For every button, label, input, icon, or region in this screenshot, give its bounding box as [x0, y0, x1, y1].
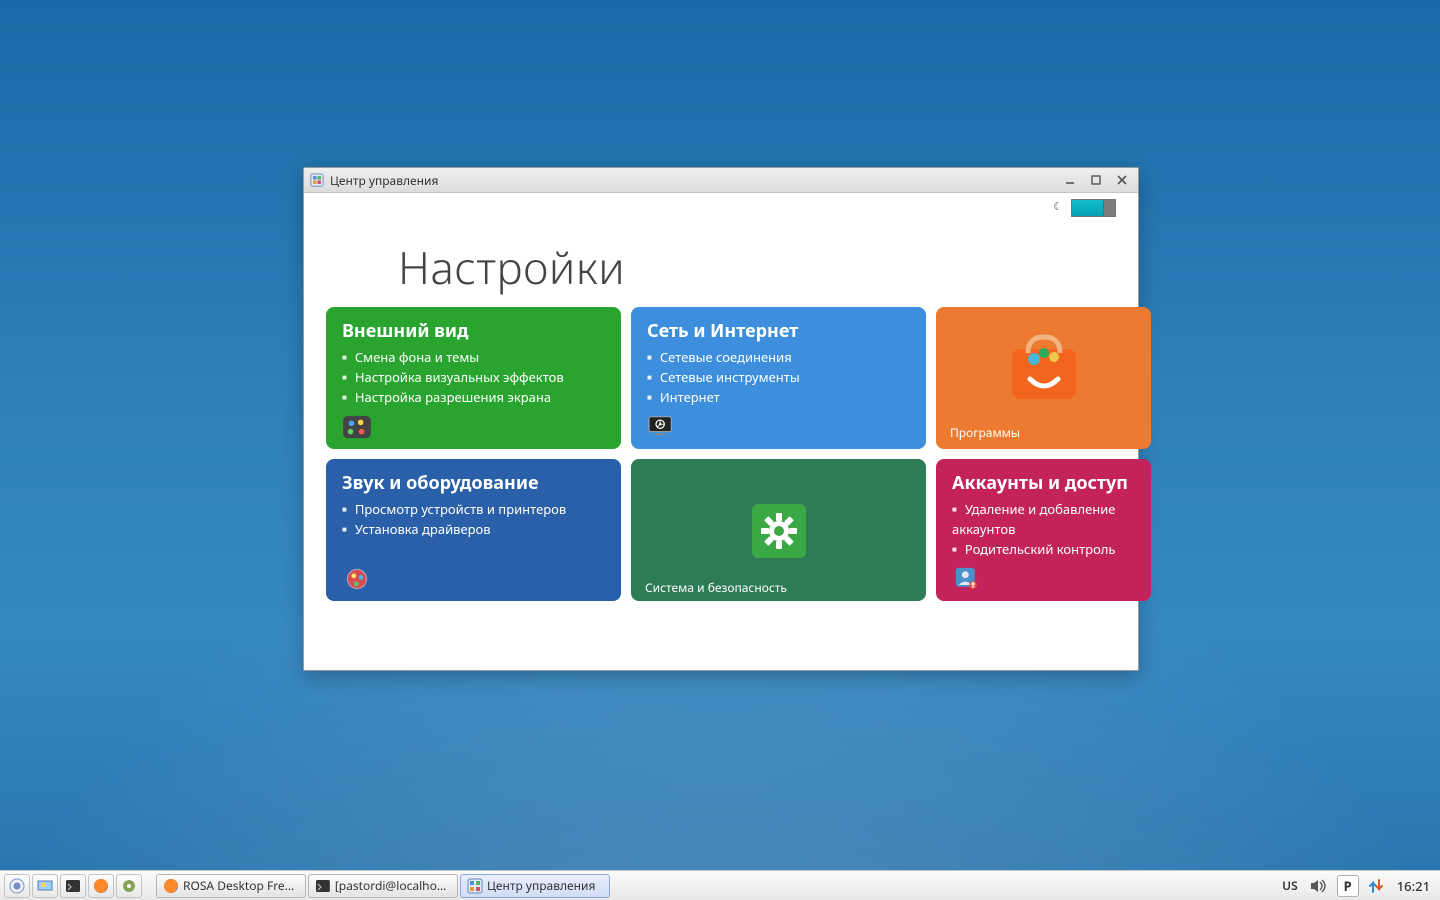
tile-list-item: Настройка визуальных эффектов: [342, 367, 605, 387]
settings-launcher-button[interactable]: [116, 874, 142, 898]
control-center-window: Центр управления ☾ Настройки Внешний вид…: [303, 167, 1139, 671]
desktop-icon: [37, 878, 53, 894]
tile-list: Сетевые соединения Сетевые инструменты И…: [647, 347, 910, 407]
desktop-root: Центр управления ☾ Настройки Внешний вид…: [0, 0, 1440, 900]
tile-list-item: Родительский контроль: [952, 539, 1135, 559]
volume-indicator[interactable]: [1307, 875, 1331, 897]
tile-list: Просмотр устройств и принтеров Установка…: [342, 499, 605, 539]
firefox-launcher-button[interactable]: [88, 874, 114, 898]
tile-list: Удаление и добавление аккаунтов Родитель…: [952, 499, 1135, 559]
control-center-icon: [310, 173, 324, 187]
tiles-grid: Внешний вид Смена фона и темы Настройка …: [326, 307, 1116, 601]
tile-title: Аккаунты и доступ: [952, 471, 1135, 495]
tile-title: Внешний вид: [342, 319, 605, 343]
taskbar-task[interactable]: ROSA Desktop Fre…: [156, 874, 306, 898]
appearance-palette-icon: [342, 415, 372, 439]
tile-appearance[interactable]: Внешний вид Смена фона и темы Настройка …: [326, 307, 621, 449]
window-titlebar[interactable]: Центр управления: [304, 168, 1138, 193]
start-menu-button[interactable]: [4, 874, 30, 898]
tile-programs[interactable]: Программы: [936, 307, 1151, 449]
taskbar-task[interactable]: [pastordi@localhos…: [308, 874, 458, 898]
terminal-icon: [315, 878, 331, 894]
system-tray: US P 16:21: [1279, 875, 1430, 897]
firefox-icon: [93, 878, 109, 894]
tile-list: Смена фона и темы Настройка визуальных э…: [342, 347, 605, 407]
theme-moon-icon: ☾: [1053, 199, 1063, 214]
page-heading: Настройки: [398, 237, 1116, 297]
terminal-icon: [65, 878, 81, 894]
taskbar-task[interactable]: Центр управления: [460, 874, 610, 898]
tile-caption: Программы: [950, 424, 1020, 441]
tile-list-item: Просмотр устройств и принтеров: [342, 499, 605, 519]
minimize-button[interactable]: [1060, 172, 1080, 188]
tile-list-item: Интернет: [647, 387, 910, 407]
gear-icon: [121, 878, 137, 894]
tile-caption: Система и безопасность: [645, 581, 787, 595]
terminal-launcher-button[interactable]: [60, 874, 86, 898]
window-title: Центр управления: [330, 172, 438, 189]
task-label: ROSA Desktop Fre…: [183, 877, 294, 894]
user-account-icon: [952, 567, 982, 591]
theme-toggle[interactable]: [1071, 199, 1116, 217]
tile-list-item: Установка драйверов: [342, 519, 605, 539]
network-monitor-icon: [647, 415, 677, 439]
parking-indicator[interactable]: P: [1337, 875, 1359, 897]
volume-icon: [1310, 879, 1328, 893]
tile-sound-hardware[interactable]: Звук и оборудование Просмотр устройств и…: [326, 459, 621, 601]
keyboard-layout-indicator[interactable]: US: [1279, 875, 1301, 897]
tile-title: Звук и оборудование: [342, 471, 605, 495]
rosa-logo-icon: [9, 878, 25, 894]
taskbar-clock[interactable]: 16:21: [1397, 877, 1430, 895]
tile-list-item: Сетевые соединения: [647, 347, 910, 367]
tile-system-security[interactable]: Система и безопасность: [631, 459, 926, 601]
firefox-icon: [163, 878, 179, 894]
tile-list-item: Настройка разрешения экрана: [342, 387, 605, 407]
tile-list-item: Смена фона и темы: [342, 347, 605, 367]
tile-accounts-access[interactable]: Аккаунты и доступ Удаление и добавление …: [936, 459, 1151, 601]
task-label: [pastordi@localhos…: [335, 877, 451, 894]
network-indicator[interactable]: [1365, 875, 1387, 897]
taskbar: ROSA Desktop Fre… [pastordi@localhos… Це…: [0, 870, 1440, 900]
window-toolbar: ☾: [1053, 199, 1116, 217]
taskbar-launchers: [4, 874, 142, 898]
show-desktop-button[interactable]: [32, 874, 58, 898]
control-center-icon: [467, 878, 483, 894]
tile-title: Сеть и Интернет: [647, 319, 910, 343]
gear-icon: [750, 502, 808, 560]
tile-list-item: Сетевые инструменты: [647, 367, 910, 387]
task-label: Центр управления: [487, 877, 595, 894]
shopping-bag-icon: [1000, 327, 1088, 407]
tile-list-item: Удаление и добавление аккаунтов: [952, 499, 1135, 539]
window-body: ☾ Настройки Внешний вид Смена фона и тем…: [304, 193, 1138, 670]
close-button[interactable]: [1112, 172, 1132, 188]
network-updown-icon: [1368, 878, 1384, 894]
hardware-globe-icon: [342, 567, 372, 591]
tile-network[interactable]: Сеть и Интернет Сетевые соединения Сетев…: [631, 307, 926, 449]
maximize-button[interactable]: [1086, 172, 1106, 188]
